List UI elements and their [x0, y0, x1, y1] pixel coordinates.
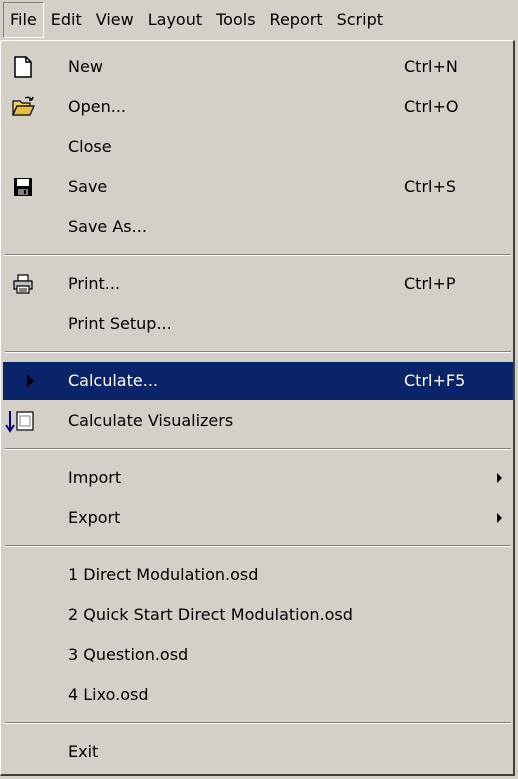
menu-item-label: Save As... [68, 217, 147, 236]
submenu-arrow-icon [497, 473, 502, 483]
menu-file[interactable]: File [3, 2, 44, 38]
menu-item-label: Close [68, 137, 112, 156]
menu-item-shortcut: Ctrl+S [404, 177, 457, 196]
menu-separator [5, 722, 511, 724]
save-disk-icon [11, 175, 35, 199]
menu-item-label: Save [68, 177, 108, 196]
menu-item-recent-file[interactable]: 1 Direct Modulation.osd [3, 556, 513, 594]
menu-item-label: Print Setup... [68, 314, 172, 333]
menu-item-label: Import [68, 468, 122, 487]
menu-item-calculate[interactable]: Calculate... Ctrl+F5 [3, 362, 513, 400]
printer-icon [11, 272, 35, 296]
calculate-visualizers-icon [5, 409, 34, 433]
menu-separator [5, 545, 511, 547]
menu-item-recent-file[interactable]: 3 Question.osd [3, 636, 513, 674]
menu-item-label: 4 Lixo.osd [68, 685, 149, 704]
menu-item-save[interactable]: Save Ctrl+S [3, 168, 513, 206]
menu-item-print[interactable]: Print... Ctrl+P [3, 265, 513, 303]
open-folder-icon [11, 95, 35, 119]
menu-separator [5, 254, 511, 256]
menu-item-recent-file[interactable]: 4 Lixo.osd [3, 676, 513, 714]
menu-separator [5, 448, 511, 450]
calculate-arrow-icon [27, 374, 34, 388]
menu-item-shortcut: Ctrl+F5 [404, 371, 466, 390]
menu-item-label: 3 Question.osd [68, 645, 189, 664]
new-file-icon [11, 55, 35, 79]
file-menu-dropdown: New Ctrl+N Open... Ctrl+O Close Save Ctr… [0, 40, 515, 776]
menu-layout[interactable]: Layout [141, 3, 209, 37]
menu-item-label: Open... [68, 97, 126, 116]
menu-item-label: Calculate Visualizers [68, 411, 234, 430]
menu-item-label: Exit [68, 742, 99, 761]
menu-item-open[interactable]: Open... Ctrl+O [3, 88, 513, 126]
menu-item-save-as[interactable]: Save As... [3, 208, 513, 246]
menu-item-label: 2 Quick Start Direct Modulation.osd [68, 605, 353, 624]
menu-item-label: Print... [68, 274, 121, 293]
menu-item-new[interactable]: New Ctrl+N [3, 48, 513, 86]
menu-item-shortcut: Ctrl+O [404, 97, 459, 116]
menubar: File Edit View Layout Tools Report Scrip… [0, 0, 518, 40]
menu-edit[interactable]: Edit [44, 3, 89, 37]
submenu-arrow-icon [497, 513, 502, 523]
menu-view[interactable]: View [89, 3, 141, 37]
menu-item-print-setup[interactable]: Print Setup... [3, 305, 513, 343]
menu-item-label: 1 Direct Modulation.osd [68, 565, 259, 584]
menu-tools[interactable]: Tools [209, 3, 262, 37]
menu-item-recent-file[interactable]: 2 Quick Start Direct Modulation.osd [3, 596, 513, 634]
menu-item-exit[interactable]: Exit [3, 733, 513, 771]
menu-item-calculate-visualizers[interactable]: Calculate Visualizers [3, 402, 513, 440]
menu-report[interactable]: Report [263, 3, 330, 37]
menu-separator [5, 351, 511, 353]
menu-item-close[interactable]: Close [3, 128, 513, 166]
menu-item-label: Export [68, 508, 121, 527]
menu-item-shortcut: Ctrl+N [404, 57, 458, 76]
menu-item-export[interactable]: Export [3, 499, 513, 537]
menu-item-label: New [68, 57, 103, 76]
menu-item-label: Calculate... [68, 371, 158, 390]
menu-script[interactable]: Script [330, 3, 390, 37]
menu-item-import[interactable]: Import [3, 459, 513, 497]
menu-item-shortcut: Ctrl+P [404, 274, 456, 293]
